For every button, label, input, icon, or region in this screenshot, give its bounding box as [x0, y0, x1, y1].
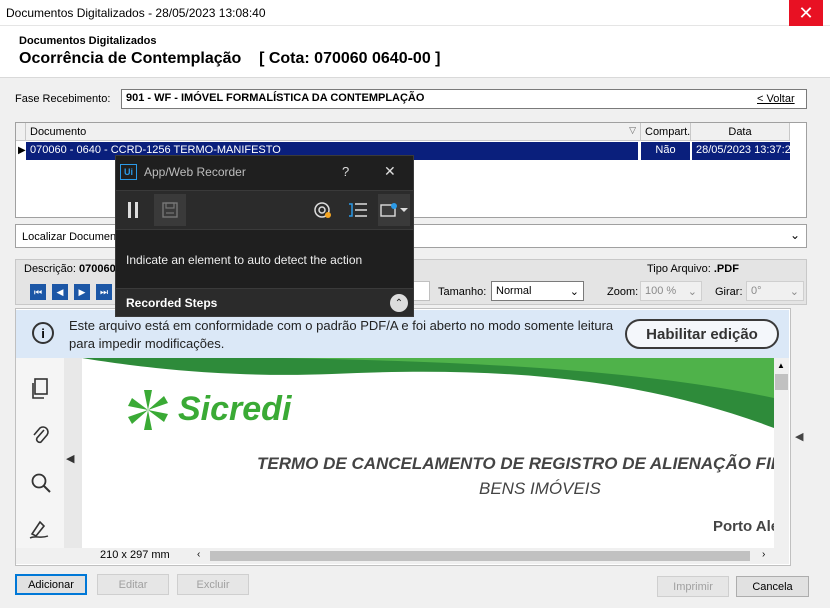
zoom-value: 100 %: [645, 285, 677, 297]
girar-label: Girar:: [715, 286, 743, 298]
scroll-right-arrow-icon[interactable]: ›: [762, 549, 765, 560]
expand-right-icon[interactable]: ◀: [795, 430, 803, 443]
grid-header-documento-label: Documento: [30, 126, 87, 138]
table-cell-compart[interactable]: Não: [640, 142, 690, 160]
target-icon[interactable]: [313, 201, 333, 219]
descricao-value: 070060: [79, 263, 116, 275]
scrollbar-thumb[interactable]: [775, 374, 788, 390]
pages-icon[interactable]: [30, 378, 50, 400]
pdf-vertical-scrollbar[interactable]: ▲: [774, 358, 789, 548]
pdf-bottom-bar: 210 x 297 mm ‹ ›: [16, 548, 789, 564]
recorder-instruction: Indicate an element to auto detect the a…: [126, 253, 363, 267]
sign-icon[interactable]: [28, 518, 52, 540]
attachment-icon[interactable]: [30, 424, 50, 446]
cancela-button[interactable]: Cancela: [736, 576, 809, 597]
window-title-bar: Documentos Digitalizados - 28/05/2023 13…: [0, 0, 830, 26]
pdfa-info-text: Este arquivo está em conformidade com o …: [69, 318, 614, 351]
save-button[interactable]: [154, 194, 186, 226]
tamanho-label: Tamanho:: [438, 286, 487, 298]
prev-page-icon[interactable]: ◀: [52, 284, 68, 300]
recorded-steps-label: Recorded Steps: [126, 296, 218, 310]
table-cell-data[interactable]: 28/05/2023 13:37:26: [691, 142, 790, 160]
settings-dropdown-button[interactable]: [378, 194, 410, 226]
search-icon[interactable]: [30, 472, 52, 494]
pdf-page: Sicredi TERMO DE CANCELAMENTO DE REGISTR…: [82, 358, 774, 548]
tamanho-select[interactable]: Normal ⌄: [491, 281, 584, 301]
zoom-label: Zoom:: [607, 286, 639, 298]
document-place: Porto Ale: [713, 518, 774, 535]
scroll-up-icon[interactable]: ▲: [777, 361, 785, 370]
tipo-value: .PDF: [713, 263, 739, 275]
document-title: TERMO DE CANCELAMENTO DE REGISTRO DE ALI…: [257, 454, 774, 473]
pause-icon[interactable]: [125, 200, 141, 220]
window-close-button[interactable]: ✕: [789, 0, 823, 26]
recorder-close-icon[interactable]: ✕: [384, 163, 396, 180]
scroll-left-arrow-icon[interactable]: ‹: [197, 549, 200, 560]
help-icon[interactable]: ?: [342, 164, 349, 179]
voltar-link[interactable]: < Voltar: [757, 93, 795, 105]
horizontal-scrollbar-thumb[interactable]: [210, 551, 750, 561]
grid-header-compart[interactable]: Compart.: [641, 123, 691, 141]
localizar-label: Localizar Document: [22, 231, 120, 243]
adicionar-button[interactable]: Adicionar: [15, 574, 87, 595]
imprimir-button[interactable]: Imprimir: [657, 576, 729, 597]
chevron-down-icon: ⌄: [789, 285, 799, 298]
chevron-down-icon: ⌄: [687, 285, 697, 298]
scroll-left-icon[interactable]: ◀: [66, 452, 74, 465]
first-page-icon[interactable]: ⏮: [30, 284, 46, 300]
row-pointer-icon: ▶: [18, 145, 26, 156]
header-title: Ocorrência de Contemplação [ Cota: 07006…: [19, 50, 441, 67]
window-title: Documentos Digitalizados - 28/05/2023 13…: [6, 6, 266, 20]
sicredi-logo-text: Sicredi: [178, 390, 292, 428]
app-web-recorder: Ui App/Web Recorder ? ✕ Indicate an elem…: [115, 155, 414, 317]
chevron-down-icon[interactable]: ⌄: [790, 228, 800, 242]
pdf-side-tools: [16, 358, 64, 548]
enable-edit-button[interactable]: Habilitar edição: [625, 319, 779, 349]
recorder-title: App/Web Recorder: [144, 165, 246, 179]
tipo-label: Tipo Arquivo:: [647, 263, 711, 275]
gear-icon: [380, 203, 408, 217]
chevron-down-icon: ⌄: [569, 285, 579, 298]
save-icon: [162, 202, 178, 218]
tamanho-value: Normal: [496, 285, 532, 297]
grid-header-data[interactable]: Data: [691, 123, 790, 141]
recorded-steps-bar[interactable]: Recorded Steps ⌃: [116, 288, 413, 316]
descricao-label-text: Descrição:: [24, 263, 76, 275]
grid-header-documento[interactable]: Documento ▽: [26, 123, 641, 141]
descricao-label: Descrição: 070060: [24, 263, 116, 275]
page-size-label: 210 x 297 mm: [100, 549, 170, 561]
editar-button[interactable]: Editar: [97, 574, 169, 595]
header-subtitle: Documentos Digitalizados: [19, 35, 157, 47]
collapse-chevron-up-icon[interactable]: ⌃: [390, 294, 408, 312]
steps-list-icon[interactable]: [348, 201, 368, 219]
fase-field[interactable]: 901 - WF - IMÓVEL FORMALÍSTICA DA CONTEM…: [121, 89, 807, 109]
zoom-select[interactable]: 100 % ⌄: [640, 281, 702, 301]
sicredi-logo-icon: [128, 390, 168, 430]
last-page-icon[interactable]: ⏭: [96, 284, 112, 300]
info-icon: i: [32, 322, 54, 344]
filter-icon[interactable]: ▽: [629, 125, 636, 136]
grid-row-header: [16, 123, 26, 141]
uipath-logo-icon: Ui: [120, 164, 137, 180]
girar-select[interactable]: 0° ⌄: [746, 281, 804, 301]
fase-label: Fase Recebimento:: [15, 93, 111, 105]
girar-value: 0°: [751, 285, 762, 297]
excluir-button[interactable]: Excluir: [177, 574, 249, 595]
tipo-arquivo: Tipo Arquivo: .PDF: [647, 263, 739, 275]
document-subtitle: BENS IMÓVEIS: [479, 479, 601, 498]
next-page-icon[interactable]: ▶: [74, 284, 90, 300]
